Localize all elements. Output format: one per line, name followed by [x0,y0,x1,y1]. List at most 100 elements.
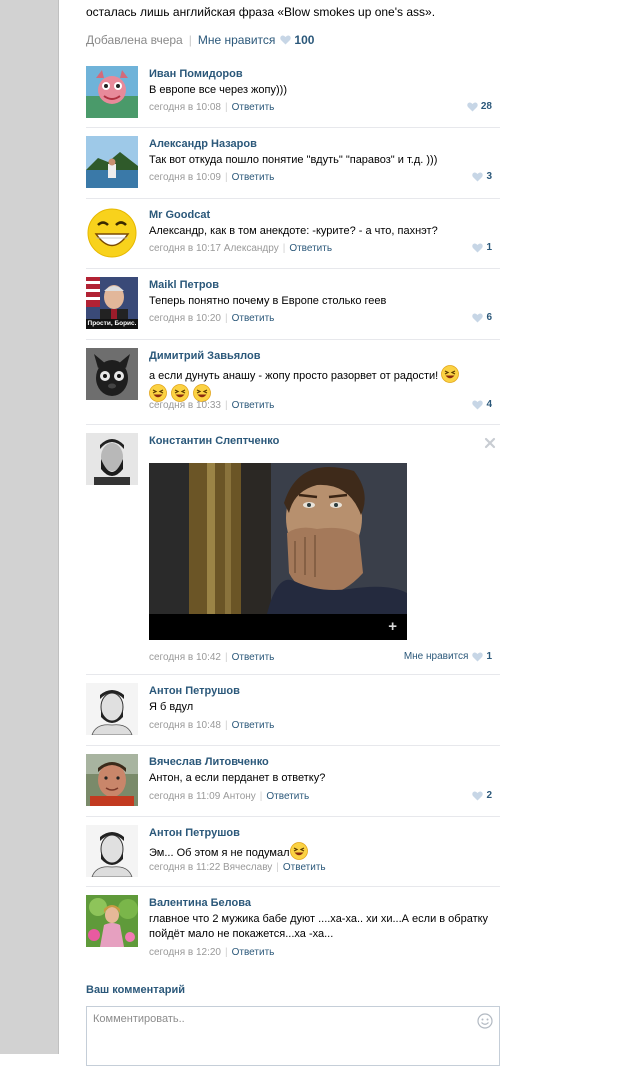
expand-plus-icon[interactable]: + [388,619,397,634]
comment-text: Александр, как в том анекдоте: -курите? … [149,225,438,237]
comment-time[interactable]: сегодня в 10:20 [149,313,221,324]
comment-like-button[interactable]: 6 [472,312,492,323]
comment-meta: сегодня в 11:09 Антону | Ответить [149,791,310,802]
comment-author[interactable]: Димитрий Завьялов [149,349,260,363]
comment-meta: сегодня в 10:48 | Ответить [149,720,275,731]
avatar[interactable]: Прости, Борис. [86,277,138,329]
reply-button[interactable]: Ответить [232,172,275,183]
comment: Иван Помидоров В европе все через жопу))… [86,58,500,128]
avatar[interactable] [86,66,138,118]
reply-button[interactable]: Ответить [289,243,332,254]
comment-time[interactable]: сегодня в 11:22 [149,862,220,873]
comment-text: Так вот откуда пошло понятие "вдуть" "па… [149,154,438,166]
comment: Прости, Борис. Maikl Петров Теперь понят… [86,269,500,340]
comment-meta: сегодня в 10:33 | Ответить [149,400,275,411]
reply-button[interactable]: Ответить [283,862,326,873]
comment-author[interactable]: Иван Помидоров [149,67,243,81]
reply-button[interactable]: Ответить [232,400,275,411]
comment-like-count: 4 [486,399,492,410]
reply-button[interactable]: Ответить [266,791,309,802]
comment-body: Вячеслав Литовченко Антон, а если пердан… [149,755,500,786]
reply-button[interactable]: Ответить [232,947,275,958]
heart-icon [472,790,484,801]
comment: Константин Слептченко + сегодня в 10:42 … [86,425,500,675]
comment: Mr Goodcat Александр, как в том анекдоте… [86,199,500,269]
comments-list: Иван Помидоров В европе все через жопу))… [86,58,500,973]
heart-icon [472,242,484,253]
comment-time[interactable]: сегодня в 11:09 [149,791,220,802]
heart-icon [472,312,484,323]
comment: Антон Петрушов Эм... Об этом я не подума… [86,817,500,887]
comment-input[interactable] [87,1007,499,1065]
comment-reply-to[interactable]: Вячеславу [223,862,272,873]
close-icon[interactable] [484,437,496,449]
comment-text: Антон, а если перданет в ответку? [149,772,326,784]
comment-like-button[interactable]: 1 [472,242,492,253]
comment-like-button[interactable]: Мне нравится 1 [404,651,492,662]
comment: Вячеслав Литовченко Антон, а если пердан… [86,746,500,817]
comment-author[interactable]: Антон Петрушов [149,684,240,698]
avatar-caption: Прости, Борис. [87,320,137,327]
comment-time[interactable]: сегодня в 12:20 [149,947,221,958]
left-gutter [0,0,59,1054]
reply-button[interactable]: Ответить [232,102,275,113]
comment-time[interactable]: сегодня в 10:09 [149,172,221,183]
comment-author[interactable]: Александр Назаров [149,137,257,151]
comment-time[interactable]: сегодня в 10:08 [149,102,221,113]
comment-text: а если дунуть анашу - жопу просто разорв… [149,365,500,403]
comment-photo[interactable]: + [149,463,407,640]
comment-meta: сегодня в 10:20 | Ответить [149,313,275,324]
comment-text: В европе все через жопу))) [149,84,287,96]
avatar[interactable] [86,433,138,485]
comment-author[interactable]: Антон Петрушов [149,826,240,840]
avatar[interactable] [86,895,138,947]
avatar[interactable] [86,207,138,259]
compose-title: Ваш комментарий [86,984,186,996]
comment-time[interactable]: сегодня в 10:17 [149,243,221,254]
comment-like-button[interactable]: 2 [472,790,492,801]
comment-like-button[interactable]: 28 [467,101,492,112]
comment-like-button[interactable]: 3 [472,171,492,182]
comment-time[interactable]: сегодня в 10:42 [149,652,221,663]
comment: Антон Петрушов Я б вдул сегодня в 10:48 |… [86,675,500,746]
compose-box [86,1006,500,1066]
comment-body: Константин Слептченко [149,434,500,448]
comment-reply-to[interactable]: Антону [223,791,256,802]
comment-reply-to[interactable]: Александру [224,243,279,254]
comment-body: Maikl Петров Теперь понятно почему в Евр… [149,278,500,309]
reply-button[interactable]: Ответить [232,652,275,663]
comment-text-content: Эм... Об этом я не подумал [149,847,290,859]
comment-author[interactable]: Константин Слептченко [149,434,279,448]
comment-body: Иван Помидоров В европе все через жопу))… [149,67,500,98]
avatar[interactable] [86,754,138,806]
post-like-button[interactable]: Мне нравится 100 [198,33,315,47]
comment-like-count: 2 [486,790,492,801]
heart-icon [467,101,478,112]
comment: Валентина Белова главное что 2 мужика ба… [86,887,500,973]
comment-time[interactable]: сегодня в 10:48 [149,720,221,731]
avatar[interactable] [86,136,138,188]
avatar[interactable] [86,683,138,735]
avatar[interactable] [86,825,138,877]
comment-author[interactable]: Валентина Белова [149,896,251,910]
comment-like-count: 1 [486,651,492,662]
comment-meta: сегодня в 11:22 Вячеславу | Ответить [149,862,326,873]
heart-icon [472,171,484,182]
comment-like-button[interactable]: 4 [472,399,492,410]
reply-button[interactable]: Ответить [232,720,275,731]
smile-emoji-icon[interactable] [477,1013,493,1029]
heart-icon [472,651,484,662]
avatar[interactable] [86,348,138,400]
comment-author[interactable]: Вячеслав Литовченко [149,755,269,769]
comment-meta: сегодня в 10:08 | Ответить [149,102,275,113]
laughing-emoji-icon [289,842,308,860]
reply-button[interactable]: Ответить [232,313,275,324]
wall-post-page: осталась лишь английская фраза «Blow smo… [59,0,640,1066]
comment-time[interactable]: сегодня в 10:33 [149,400,221,411]
post-like-count: 100 [294,33,315,47]
comment-body: Валентина Белова главное что 2 мужика ба… [149,896,500,942]
comment-text: главное что 2 мужика бабе дуют ....ха-ха… [149,913,489,940]
comment-author[interactable]: Maikl Петров [149,278,219,292]
comment-author[interactable]: Mr Goodcat [149,208,210,222]
comment-body: Mr Goodcat Александр, как в том анекдоте… [149,208,500,239]
